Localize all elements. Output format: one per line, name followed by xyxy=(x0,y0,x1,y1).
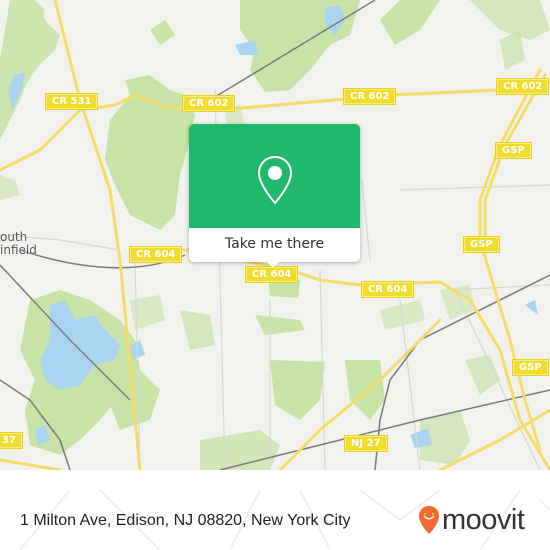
road-label-gsp-north: GSP xyxy=(495,142,532,159)
road-label-cr604-west: CR 604 xyxy=(128,246,183,263)
road-label-nj27: NJ 27 xyxy=(344,435,388,452)
road-label-gsp-south: GSP xyxy=(512,359,549,376)
road-label-route-37: 37 xyxy=(0,432,23,449)
moovit-pin-icon xyxy=(419,506,439,534)
road-label-cr604-east: CR 604 xyxy=(360,281,415,298)
take-me-there-button[interactable]: Take me there xyxy=(189,228,360,262)
road-label-gsp-mid: GSP xyxy=(463,236,500,253)
footer-bar: 1 Milton Ave, Edison, NJ 08820, New York… xyxy=(0,490,550,550)
popup-header xyxy=(189,124,360,228)
road-label-cr531: CR 531 xyxy=(44,93,99,110)
place-label-south-plainfield-line1: outh xyxy=(0,230,28,244)
road-label-cr602-west: CR 602 xyxy=(181,95,236,112)
moovit-wordmark: moovit xyxy=(442,504,525,536)
location-popup[interactable]: Take me there xyxy=(189,124,360,268)
map-pin-icon xyxy=(257,155,293,205)
moovit-logo[interactable]: moovit xyxy=(418,504,525,536)
address-text: 1 Milton Ave, Edison, NJ 08820, New York… xyxy=(20,512,351,529)
road-label-cr604-center: CR 604 xyxy=(244,266,299,283)
map-view[interactable]: CR 531 CR 602 CR 602 CR 602 GSP GSP GSP … xyxy=(0,0,550,470)
popup-pointer xyxy=(265,260,281,268)
road-label-cr602-east: CR 602 xyxy=(495,78,550,95)
place-label-south-plainfield-line2: infield xyxy=(0,243,37,257)
road-label-cr602-mid: CR 602 xyxy=(342,88,397,105)
